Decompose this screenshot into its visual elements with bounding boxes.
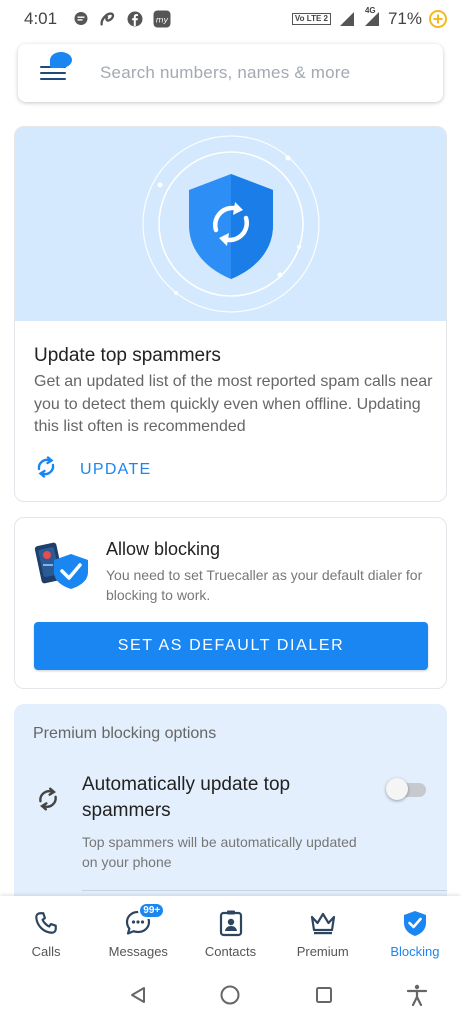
accessibility-icon[interactable]	[406, 984, 428, 1006]
hero-illustration	[15, 127, 446, 321]
divider	[82, 890, 447, 891]
premium-section-title: Premium blocking options	[33, 725, 217, 742]
svg-text:my: my	[156, 16, 169, 25]
auto-update-description: Top spammers will be automatically updat…	[82, 834, 357, 870]
battery-saver-icon	[429, 10, 447, 28]
shield-check-icon	[402, 908, 428, 938]
allow-blocking-title: Allow blocking	[106, 539, 221, 559]
home-icon[interactable]	[219, 984, 241, 1006]
search-input[interactable]: Search numbers, names & more	[100, 63, 350, 83]
network-type-label: 4G	[364, 6, 376, 15]
search-bar[interactable]: Search numbers, names & more	[18, 44, 443, 102]
nav-contacts[interactable]: Contacts	[184, 896, 276, 966]
airtel-icon	[99, 10, 117, 28]
update-label: UPDATE	[80, 460, 152, 478]
set-default-dialer-button[interactable]: SET AS DEFAULT DIALER	[34, 622, 428, 670]
refresh-icon	[34, 455, 58, 484]
toggle-thumb	[386, 778, 408, 800]
nav-calls-label: Calls	[31, 944, 61, 959]
facebook-icon	[126, 10, 144, 28]
update-spammers-card: Update top spammers Get an updated list …	[14, 126, 447, 502]
shield-icon	[189, 174, 273, 279]
auto-update-title: Automatically update top spammers	[82, 774, 291, 821]
messages-badge: 99+	[138, 902, 166, 919]
signal-icon: 4G	[363, 6, 381, 28]
nav-blocking-label: Blocking	[390, 944, 440, 959]
nav-premium[interactable]: Premium	[277, 896, 369, 966]
phone-icon	[33, 908, 59, 938]
phone-shield-icon	[34, 540, 92, 590]
network-signal-icon	[338, 10, 356, 28]
auto-update-icon	[35, 786, 61, 817]
recents-icon[interactable]	[313, 984, 335, 1006]
nav-messages-label: Messages	[108, 944, 168, 959]
update-card-title: Update top spammers	[34, 345, 221, 366]
update-button[interactable]: UPDATE	[34, 455, 152, 484]
crown-icon	[309, 908, 337, 938]
nav-calls[interactable]: Calls	[0, 896, 92, 966]
nav-contacts-label: Contacts	[204, 944, 257, 959]
battery-percent: 71%	[387, 9, 422, 28]
allow-blocking-description: You need to set Truecaller as your defau…	[106, 567, 423, 603]
update-card-description: Get an updated list of the most reported…	[34, 373, 433, 435]
chat-icon	[72, 10, 90, 28]
auto-update-toggle[interactable]	[386, 778, 426, 800]
status-time: 4:01	[24, 9, 58, 28]
notification-dot	[50, 52, 72, 68]
status-bar: 4:01 my Vo LTE 2 4G 71%	[0, 0, 461, 38]
volte-icon: Vo LTE 2	[291, 13, 331, 25]
nav-premium-label: Premium	[296, 944, 349, 959]
back-icon[interactable]	[127, 984, 149, 1006]
system-navigation	[0, 966, 461, 1024]
nav-blocking[interactable]: Blocking	[369, 896, 461, 966]
allow-blocking-card: Allow blocking You need to set Truecalle…	[14, 517, 447, 689]
contacts-icon	[218, 908, 244, 938]
bottom-navigation: Calls 99+ Messages Contacts Premium Bloc…	[0, 896, 461, 966]
messages-icon: 99+	[124, 902, 166, 938]
nav-messages[interactable]: 99+ Messages	[92, 896, 184, 966]
myjio-icon: my	[153, 10, 171, 28]
menu-icon[interactable]	[40, 52, 72, 84]
